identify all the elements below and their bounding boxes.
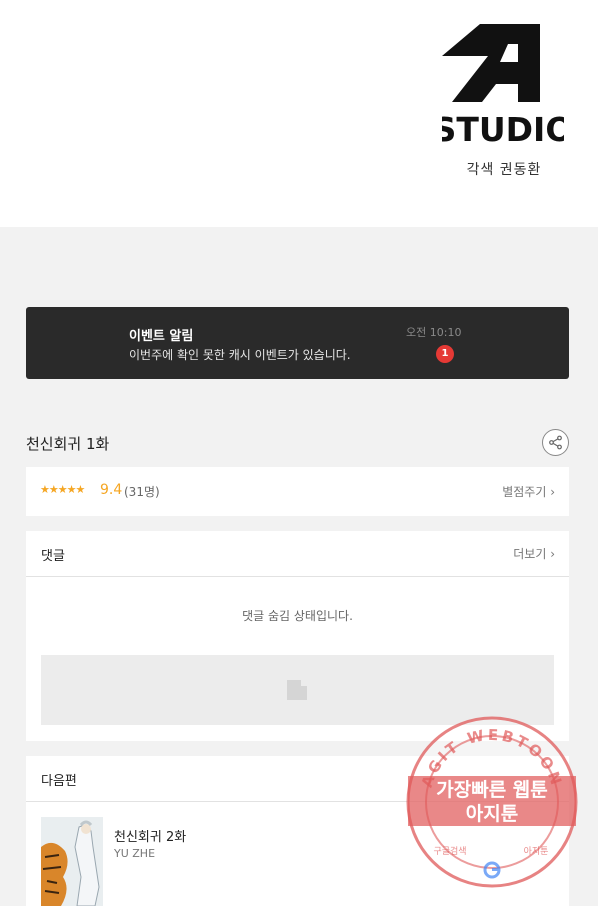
share-button[interactable] (542, 429, 569, 456)
studio-logo: STUDIO (442, 24, 564, 144)
comment-more-link[interactable]: 더보기 › (513, 545, 555, 562)
comment-hidden-message: 댓글 숨김 상태입니다. (242, 609, 353, 623)
comment-title: 댓글 (41, 549, 65, 564)
banner-time: 오전 10:10 (406, 326, 462, 339)
watermark-stamp: AGIT WEBTOON 가장빠른 웹툰 아지툰 구글검색 아지툰 (406, 716, 578, 888)
episode-title: 천신회귀 1화 (26, 435, 110, 453)
notification-badge: 1 (436, 345, 454, 363)
next-episode-thumbnail[interactable] (41, 817, 103, 906)
author-credit: 각색 권동환 (466, 162, 542, 178)
rating-card: ★★★★★ 9.4 (31명) 별점주기 › (26, 467, 569, 516)
comment-header: 댓글 더보기 › (26, 531, 569, 577)
hero-section: STUDIO 각색 권동환 (0, 0, 598, 227)
rating-score: 9.4 (100, 482, 123, 498)
next-title: 다음편 (41, 774, 77, 789)
banner-message: 이번주에 확인 못한 캐시 이벤트가 있습니다. (129, 348, 351, 362)
watermark-line2: 아지툰 (466, 803, 518, 825)
next-episode-author: YU ZHE (114, 847, 156, 860)
watermark-line1: 가장빠른 웹툰 (436, 779, 548, 801)
rating-count: (31명) (124, 485, 160, 499)
event-banner[interactable]: 이벤트 알림 이번주에 확인 못한 캐시 이벤트가 있습니다. 오전 10:10… (26, 307, 569, 379)
banner-title: 이벤트 알림 (129, 329, 194, 344)
thumbnail-image (41, 817, 103, 906)
comment-card: 댓글 더보기 › 댓글 숨김 상태입니다. (26, 531, 569, 741)
watermark-footer-right: 아지툰 (524, 846, 549, 857)
watermark-footer-left: 구글검색 (433, 845, 466, 857)
share-icon (549, 435, 562, 450)
placeholder-icon (287, 680, 307, 700)
rate-button[interactable]: 별점주기 › (502, 483, 555, 500)
logo-text: STUDIO (442, 110, 564, 144)
rating-stars: ★★★★★ (40, 483, 85, 496)
next-episode-title[interactable]: 천신회귀 2화 (114, 826, 186, 845)
